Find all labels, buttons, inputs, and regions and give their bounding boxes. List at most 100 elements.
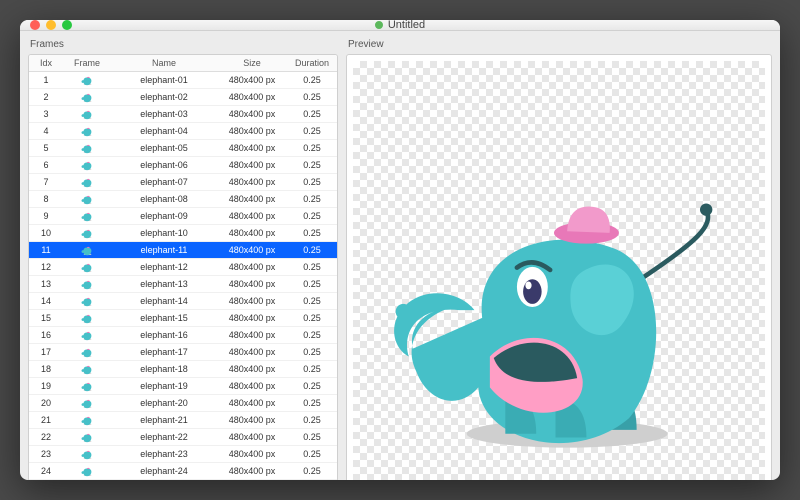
cell-name: elephant-04: [111, 123, 217, 139]
frame-thumbnail-icon: [77, 465, 97, 478]
cell-idx: 23: [29, 446, 63, 462]
cell-name: elephant-12: [111, 259, 217, 275]
cell-size: 480x400 px: [217, 412, 287, 428]
col-header-name[interactable]: Name: [111, 55, 217, 71]
frame-thumbnail-icon: [77, 91, 97, 104]
frame-thumbnail-icon: [77, 261, 97, 274]
cell-idx: 1: [29, 72, 63, 88]
titlebar: Untitled: [20, 20, 780, 31]
cell-idx: 9: [29, 208, 63, 224]
cell-duration: 0.25: [287, 208, 337, 224]
cell-thumb: [63, 479, 111, 481]
col-header-idx[interactable]: Idx: [29, 55, 63, 71]
cell-size: 480x400 px: [217, 89, 287, 105]
cell-idx: 5: [29, 140, 63, 156]
frame-thumbnail-icon: [77, 193, 97, 206]
cell-idx: 21: [29, 412, 63, 428]
cell-size: 480x400 px: [217, 140, 287, 156]
cell-duration: 0.25: [287, 89, 337, 105]
cell-size: 480x400 px: [217, 123, 287, 139]
document-status-icon: [375, 21, 383, 29]
table-row[interactable]: 24elephant-24480x400 px0.25: [29, 463, 337, 480]
table-row[interactable]: 1elephant-01480x400 px0.25: [29, 72, 337, 89]
frame-thumbnail-icon: [77, 448, 97, 461]
cell-duration: 0.25: [287, 225, 337, 241]
cell-name: elephant-07: [111, 174, 217, 190]
cell-duration: 0.25: [287, 123, 337, 139]
minimize-button[interactable]: [46, 20, 56, 30]
col-header-frame[interactable]: Frame: [63, 55, 111, 71]
frame-thumbnail-icon: [77, 108, 97, 121]
cell-duration: 0.25: [287, 310, 337, 326]
cell-size: 480x400 px: [217, 208, 287, 224]
table-row[interactable]: 12elephant-12480x400 px0.25: [29, 259, 337, 276]
frame-thumbnail-icon: [77, 380, 97, 393]
table-row[interactable]: 22elephant-22480x400 px0.25: [29, 429, 337, 446]
maximize-button[interactable]: [62, 20, 72, 30]
table-row[interactable]: 9 elephant-09480x400 px0.25: [29, 208, 337, 225]
cell-duration: 0.25: [287, 106, 337, 122]
frames-label: Frames: [28, 37, 338, 54]
cell-duration: 0.25: [287, 242, 337, 258]
table-row[interactable]: 10elephant-10480x400 px0.25: [29, 225, 337, 242]
cell-size: 480x400 px: [217, 106, 287, 122]
frame-thumbnail-icon: [77, 142, 97, 155]
cell-name: elephant-13: [111, 276, 217, 292]
frames-panel: Idx Frame Name Size Duration 1 elephant-0…: [28, 54, 338, 480]
cell-size: 480x400 px: [217, 72, 287, 88]
table-row[interactable]: 4elephant-04480x400 px0.25: [29, 123, 337, 140]
cell-size: 480x400 px: [217, 242, 287, 258]
cell-duration: 0.25: [287, 361, 337, 377]
cell-idx: 16: [29, 327, 63, 343]
cell-idx: 15: [29, 310, 63, 326]
table-row[interactable]: 7elephant-07480x400 px0.25: [29, 174, 337, 191]
cell-idx: 8: [29, 191, 63, 207]
table-row[interactable]: 17elephant-17480x400 px0.25: [29, 344, 337, 361]
frame-thumbnail-icon: [77, 312, 97, 325]
cell-size: 480x400 px: [217, 429, 287, 445]
cell-name: elephant-06: [111, 157, 217, 173]
frame-thumbnail-icon: [77, 159, 97, 172]
table-row[interactable]: 15elephant-15480x400 px0.25: [29, 310, 337, 327]
table-row[interactable]: 13elephant-13480x400 px0.25: [29, 276, 337, 293]
table-row[interactable]: 20elephant-20480x400 px0.25: [29, 395, 337, 412]
table-row[interactable]: 18elephant-18480x400 px0.25: [29, 361, 337, 378]
cell-duration: 0.25: [287, 327, 337, 343]
table-row[interactable]: 5elephant-05480x400 px0.25: [29, 140, 337, 157]
table-row[interactable]: 8elephant-08480x400 px0.25: [29, 191, 337, 208]
cell-name: elephant-01: [111, 72, 217, 88]
cell-name: elephant-23: [111, 446, 217, 462]
cell-size: 480x400 px: [217, 378, 287, 394]
table-row[interactable]: 16elephant-16480x400 px0.25: [29, 327, 337, 344]
table-row[interactable]: 11elephant-11480x400 px0.25: [29, 242, 337, 259]
table-row[interactable]: 23elephant-23480x400 px0.25: [29, 446, 337, 463]
preview-label: Preview: [346, 37, 772, 54]
cell-duration: 0.25: [287, 395, 337, 411]
table-row[interactable]: 19elephant-19480x400 px0.25: [29, 378, 337, 395]
frame-thumbnail-icon: [77, 210, 97, 223]
close-button[interactable]: [30, 20, 40, 30]
cell-idx: 14: [29, 293, 63, 309]
cell-idx: 20: [29, 395, 63, 411]
cell-name: elephant-09: [111, 208, 217, 224]
cell-size: 480x400 px: [217, 446, 287, 462]
table-row[interactable]: 3elephant-03480x400 px0.25: [29, 106, 337, 123]
table-row[interactable]: 21elephant-21480x400 px0.25: [29, 412, 337, 429]
cell-size: 480x400 px: [217, 293, 287, 309]
cell-size: 480x400 px: [217, 344, 287, 360]
table-row[interactable]: 6elephant-06480x400 px0.25: [29, 157, 337, 174]
preview-image: [374, 86, 745, 480]
frames-table-body[interactable]: 1elephant-01480x400 px0.252elephant-0248…: [29, 72, 337, 480]
cell-duration: 0.25: [287, 259, 337, 275]
frame-thumbnail-icon: [77, 176, 97, 189]
table-row[interactable]: 2elephant-02480x400 px0.25: [29, 89, 337, 106]
cell-idx: 10: [29, 225, 63, 241]
cell-name: elephant-08: [111, 191, 217, 207]
table-row[interactable]: 14elephant-14480x400 px0.25: [29, 293, 337, 310]
cell-idx: 19: [29, 378, 63, 394]
col-header-duration[interactable]: Duration: [287, 55, 337, 71]
frames-pane: Frames Idx Frame Name Size Duration 1 ele…: [28, 37, 338, 480]
cell-idx: 13: [29, 276, 63, 292]
frame-thumbnail-icon: [77, 363, 97, 376]
col-header-size[interactable]: Size: [217, 55, 287, 71]
